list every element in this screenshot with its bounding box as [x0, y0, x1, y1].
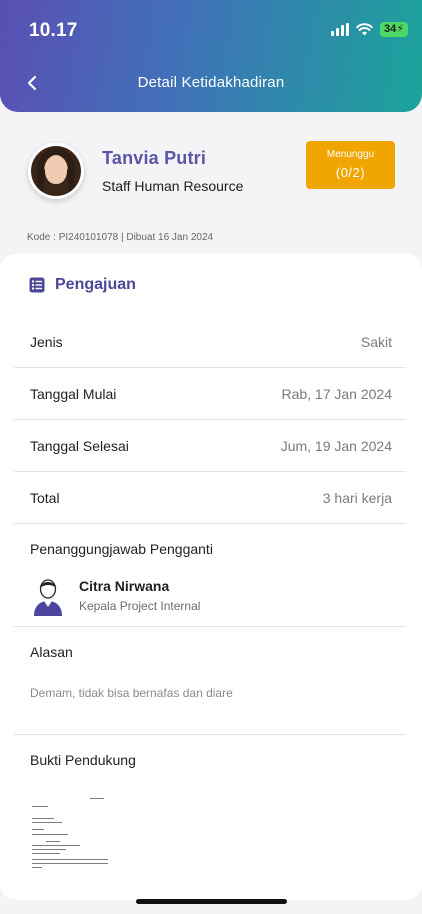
avatar: [28, 143, 84, 199]
detail-value: Sakit: [360, 334, 392, 350]
divider: [14, 626, 406, 627]
employee-profile: Tanvia Putri Staff Human Resource Menung…: [0, 112, 422, 257]
status-bar: 10.17 34⚡: [0, 0, 422, 60]
replacement-title: Penanggungjawab Pengganti: [30, 541, 213, 557]
detail-label: Jenis: [30, 334, 63, 350]
detail-label: Tanggal Mulai: [30, 386, 117, 402]
detail-value: Jum, 19 Jan 2024: [280, 438, 392, 454]
replacement-name: Citra Nirwana: [79, 578, 170, 594]
detail-row-total: Total 3 hari kerja: [14, 472, 406, 524]
divider: [14, 734, 406, 735]
detail-label: Total: [30, 490, 60, 506]
status-label: Menunggu: [326, 149, 375, 160]
employee-name: Tanvia Putri: [102, 148, 207, 168]
request-card: Pengajuan Jenis Sakit Tanggal Mulai Rab,…: [0, 254, 422, 900]
detail-value: Rab, 17 Jan 2024: [281, 386, 392, 402]
status-icons: 34⚡: [331, 22, 408, 37]
status-badge: Menunggu (0/2): [306, 141, 395, 189]
detail-label: Tanggal Selesai: [30, 438, 129, 454]
reason-title: Alasan: [30, 644, 73, 660]
detail-row-end-date: Tanggal Selesai Jum, 19 Jan 2024: [14, 420, 406, 472]
supporting-document-thumbnail[interactable]: [28, 792, 112, 876]
app-header: 10.17 34⚡ Detail Ketidakhadiran: [0, 0, 422, 112]
detail-value: 3 hari kerja: [322, 490, 392, 506]
home-indicator[interactable]: [136, 899, 287, 904]
section-header: Pengajuan: [29, 276, 136, 294]
detail-row-type: Jenis Sakit: [14, 316, 406, 368]
section-title: Pengajuan: [55, 276, 136, 293]
page-title: Detail Ketidakhadiran: [137, 74, 285, 91]
battery-icon: 34⚡: [380, 22, 408, 37]
status-time: 10.17: [29, 20, 78, 41]
battery-level: 34: [384, 23, 397, 35]
cellular-signal-icon: [331, 23, 350, 36]
replacement-role: Kepala Project Internal: [79, 599, 201, 613]
person-avatar-icon: [34, 579, 62, 616]
employee-position: Staff Human Resource: [102, 178, 244, 194]
reason-text: Demam, tidak bisa bernafas dan diare: [30, 686, 233, 700]
wifi-icon: [356, 23, 373, 36]
detail-row-start-date: Tanggal Mulai Rab, 17 Jan 2024: [14, 368, 406, 420]
request-code: Kode : PI240101078 | Dibuat 16 Jan 2024: [27, 232, 214, 243]
list-icon: [29, 277, 45, 293]
status-count: (0/2): [335, 165, 366, 180]
evidence-title: Bukti Pendukung: [30, 752, 136, 768]
